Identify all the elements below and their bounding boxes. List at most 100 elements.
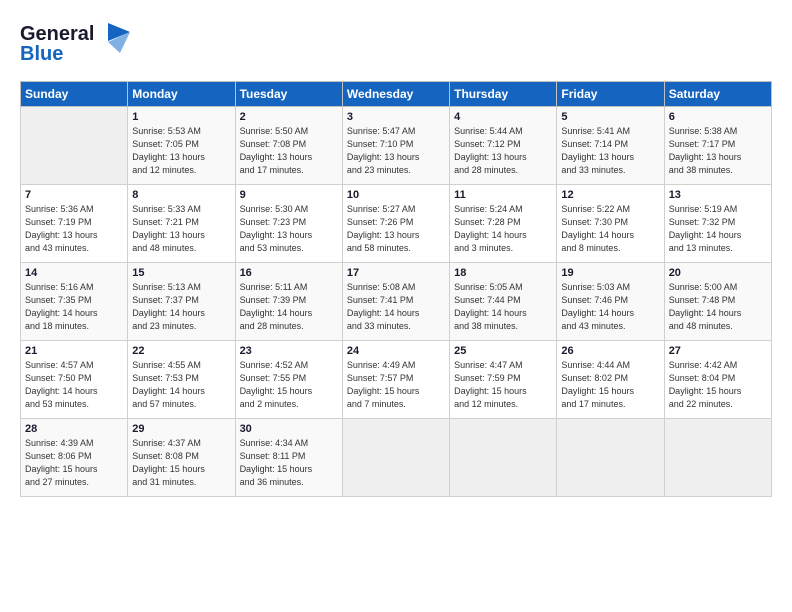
day-cell: 9 Sunrise: 5:30 AMSunset: 7:23 PMDaylight…: [235, 185, 342, 263]
day-info: Sunrise: 5:08 AMSunset: 7:41 PMDaylight:…: [347, 281, 445, 333]
calendar-table: SundayMondayTuesdayWednesdayThursdayFrid…: [20, 81, 772, 497]
day-number: 19: [561, 267, 659, 279]
day-number: 13: [669, 189, 767, 201]
day-number: 5: [561, 111, 659, 123]
day-number: 7: [25, 189, 123, 201]
day-info: Sunrise: 5:41 AMSunset: 7:14 PMDaylight:…: [561, 125, 659, 177]
day-number: 16: [240, 267, 338, 279]
day-number: 27: [669, 345, 767, 357]
day-cell: 5 Sunrise: 5:41 AMSunset: 7:14 PMDaylight…: [557, 107, 664, 185]
day-cell: 6 Sunrise: 5:38 AMSunset: 7:17 PMDaylight…: [664, 107, 771, 185]
day-number: 12: [561, 189, 659, 201]
day-number: 24: [347, 345, 445, 357]
header: General Blue: [20, 18, 772, 69]
day-number: 3: [347, 111, 445, 123]
day-info: Sunrise: 4:57 AMSunset: 7:50 PMDaylight:…: [25, 359, 123, 411]
day-cell: 1 Sunrise: 5:53 AMSunset: 7:05 PMDaylight…: [128, 107, 235, 185]
logo: General Blue: [20, 18, 130, 69]
day-number: 30: [240, 423, 338, 435]
day-cell: 29 Sunrise: 4:37 AMSunset: 8:08 PMDayligh…: [128, 419, 235, 497]
day-info: Sunrise: 5:24 AMSunset: 7:28 PMDaylight:…: [454, 203, 552, 255]
day-cell: 28 Sunrise: 4:39 AMSunset: 8:06 PMDayligh…: [21, 419, 128, 497]
day-cell: 18 Sunrise: 5:05 AMSunset: 7:44 PMDayligh…: [450, 263, 557, 341]
day-cell: 4Sunrise: 5:44 AMSunset: 7:12 PMDaylight…: [450, 107, 557, 185]
day-cell: 23 Sunrise: 4:52 AMSunset: 7:55 PMDayligh…: [235, 341, 342, 419]
day-info: Sunrise: 5:44 AMSunset: 7:12 PMDaylight:…: [454, 125, 552, 177]
col-header-monday: Monday: [128, 82, 235, 107]
week-row-3: 14Sunrise: 5:16 AMSunset: 7:35 PMDayligh…: [21, 263, 772, 341]
svg-text:General: General: [20, 23, 94, 45]
day-number: 10: [347, 189, 445, 201]
day-cell: 19 Sunrise: 5:03 AMSunset: 7:46 PMDayligh…: [557, 263, 664, 341]
day-info: Sunrise: 5:27 AMSunset: 7:26 PMDaylight:…: [347, 203, 445, 255]
col-header-saturday: Saturday: [664, 82, 771, 107]
day-info: Sunrise: 4:49 AMSunset: 7:57 PMDaylight:…: [347, 359, 445, 411]
day-info: Sunrise: 4:37 AMSunset: 8:08 PMDaylight:…: [132, 437, 230, 489]
day-number: 6: [669, 111, 767, 123]
day-info: Sunrise: 5:00 AMSunset: 7:48 PMDaylight:…: [669, 281, 767, 333]
day-number: 15: [132, 267, 230, 279]
day-cell: 10 Sunrise: 5:27 AMSunset: 7:26 PMDayligh…: [342, 185, 449, 263]
day-info: Sunrise: 4:44 AMSunset: 8:02 PMDaylight:…: [561, 359, 659, 411]
day-info: Sunrise: 4:52 AMSunset: 7:55 PMDaylight:…: [240, 359, 338, 411]
col-header-tuesday: Tuesday: [235, 82, 342, 107]
week-row-1: 1 Sunrise: 5:53 AMSunset: 7:05 PMDaylight…: [21, 107, 772, 185]
day-number: 17: [347, 267, 445, 279]
day-info: Sunrise: 5:03 AMSunset: 7:46 PMDaylight:…: [561, 281, 659, 333]
col-header-sunday: Sunday: [21, 82, 128, 107]
day-number: 20: [669, 267, 767, 279]
day-cell: 14Sunrise: 5:16 AMSunset: 7:35 PMDayligh…: [21, 263, 128, 341]
svg-text:Blue: Blue: [20, 43, 63, 64]
day-cell: 15Sunrise: 5:13 AMSunset: 7:37 PMDayligh…: [128, 263, 235, 341]
day-cell: 26Sunrise: 4:44 AMSunset: 8:02 PMDayligh…: [557, 341, 664, 419]
day-cell: 2Sunrise: 5:50 AMSunset: 7:08 PMDaylight…: [235, 107, 342, 185]
day-number: 29: [132, 423, 230, 435]
day-info: Sunrise: 5:53 AMSunset: 7:05 PMDaylight:…: [132, 125, 230, 177]
day-info: Sunrise: 5:05 AMSunset: 7:44 PMDaylight:…: [454, 281, 552, 333]
col-header-friday: Friday: [557, 82, 664, 107]
day-number: 11: [454, 189, 552, 201]
day-number: 1: [132, 111, 230, 123]
day-info: Sunrise: 5:22 AMSunset: 7:30 PMDaylight:…: [561, 203, 659, 255]
page: General Blue SundayMondayTuesdayWednesda…: [0, 0, 792, 507]
day-cell: [342, 419, 449, 497]
day-cell: 22Sunrise: 4:55 AMSunset: 7:53 PMDayligh…: [128, 341, 235, 419]
day-cell: 24 Sunrise: 4:49 AMSunset: 7:57 PMDayligh…: [342, 341, 449, 419]
day-number: 22: [132, 345, 230, 357]
day-info: Sunrise: 4:39 AMSunset: 8:06 PMDaylight:…: [25, 437, 123, 489]
day-cell: 21Sunrise: 4:57 AMSunset: 7:50 PMDayligh…: [21, 341, 128, 419]
day-cell: 13Sunrise: 5:19 AMSunset: 7:32 PMDayligh…: [664, 185, 771, 263]
day-cell: 12 Sunrise: 5:22 AMSunset: 7:30 PMDayligh…: [557, 185, 664, 263]
day-number: 14: [25, 267, 123, 279]
day-cell: 3 Sunrise: 5:47 AMSunset: 7:10 PMDaylight…: [342, 107, 449, 185]
week-row-2: 7Sunrise: 5:36 AMSunset: 7:19 PMDaylight…: [21, 185, 772, 263]
day-cell: [664, 419, 771, 497]
day-cell: 17 Sunrise: 5:08 AMSunset: 7:41 PMDayligh…: [342, 263, 449, 341]
day-info: Sunrise: 4:47 AMSunset: 7:59 PMDaylight:…: [454, 359, 552, 411]
week-row-5: 28 Sunrise: 4:39 AMSunset: 8:06 PMDayligh…: [21, 419, 772, 497]
day-cell: 16Sunrise: 5:11 AMSunset: 7:39 PMDayligh…: [235, 263, 342, 341]
day-info: Sunrise: 5:47 AMSunset: 7:10 PMDaylight:…: [347, 125, 445, 177]
day-cell: 11 Sunrise: 5:24 AMSunset: 7:28 PMDayligh…: [450, 185, 557, 263]
day-number: 25: [454, 345, 552, 357]
day-cell: 8Sunrise: 5:33 AMSunset: 7:21 PMDaylight…: [128, 185, 235, 263]
day-number: 2: [240, 111, 338, 123]
day-cell: 25 Sunrise: 4:47 AMSunset: 7:59 PMDayligh…: [450, 341, 557, 419]
day-number: 8: [132, 189, 230, 201]
day-cell: 7Sunrise: 5:36 AMSunset: 7:19 PMDaylight…: [21, 185, 128, 263]
day-number: 28: [25, 423, 123, 435]
day-number: 23: [240, 345, 338, 357]
day-cell: 30Sunrise: 4:34 AMSunset: 8:11 PMDayligh…: [235, 419, 342, 497]
col-header-wednesday: Wednesday: [342, 82, 449, 107]
day-number: 18: [454, 267, 552, 279]
day-cell: 27Sunrise: 4:42 AMSunset: 8:04 PMDayligh…: [664, 341, 771, 419]
day-cell: [557, 419, 664, 497]
day-cell: 20 Sunrise: 5:00 AMSunset: 7:48 PMDayligh…: [664, 263, 771, 341]
day-info: Sunrise: 5:38 AMSunset: 7:17 PMDaylight:…: [669, 125, 767, 177]
day-cell: [21, 107, 128, 185]
col-header-thursday: Thursday: [450, 82, 557, 107]
day-info: Sunrise: 5:30 AMSunset: 7:23 PMDaylight:…: [240, 203, 338, 255]
day-number: 9: [240, 189, 338, 201]
logo-text: General Blue: [20, 18, 130, 69]
header-row: SundayMondayTuesdayWednesdayThursdayFrid…: [21, 82, 772, 107]
